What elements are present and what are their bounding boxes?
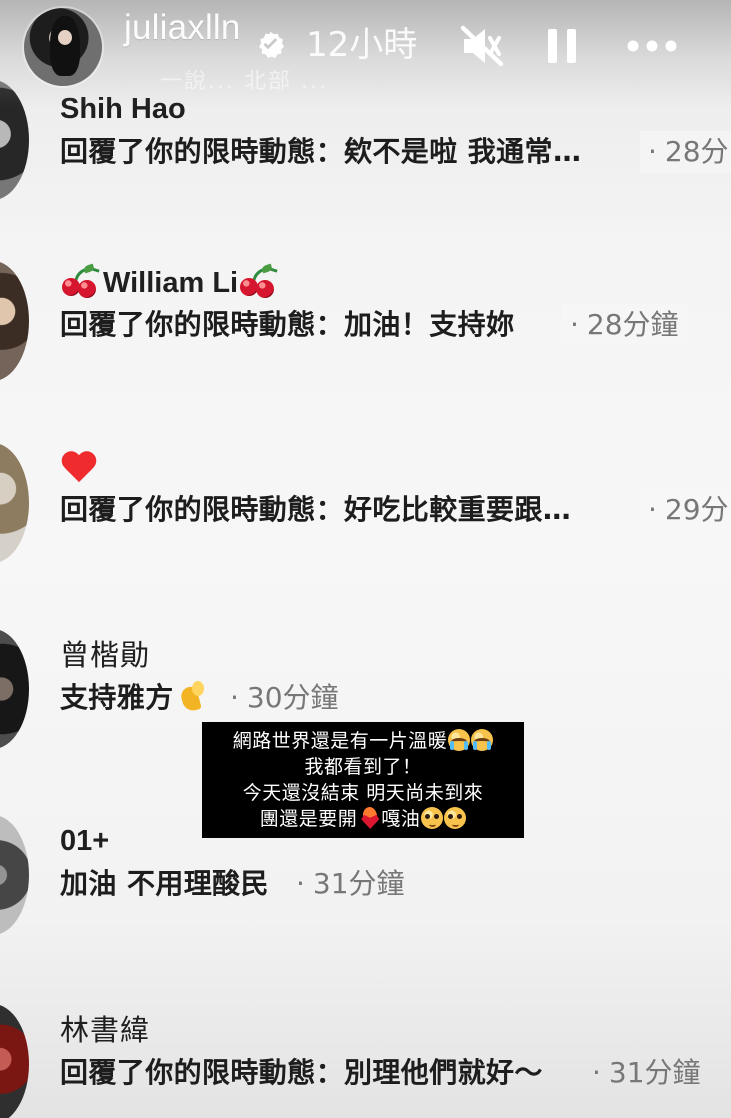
user-name[interactable]: 01+ (60, 824, 109, 858)
timestamp-text: 28分 (664, 135, 729, 168)
instagram-story-screenshot: Shih Hao 回覆了你的限時動態：欸不是啦 我通常… · 28分 Willia… (0, 0, 731, 1118)
heart-on-fire-icon (359, 807, 381, 829)
user-name[interactable]: 曾楷勛 (60, 638, 150, 672)
pleading-face-icon (444, 807, 467, 829)
caption-text: 嘎油 (381, 808, 421, 830)
message-text: 支持雅方 (60, 681, 174, 714)
separator-dot: · (296, 867, 305, 900)
message-text: 加油 不用理酸民 (60, 867, 269, 900)
speaker-muted-icon (460, 25, 504, 67)
cherry-icon (60, 263, 100, 298)
notification-item[interactable]: 回覆了你的限時動態：好吃比較重要跟… · 29分 (0, 440, 731, 563)
message-text: 回覆了你的限時動態：別理他們就好～ (60, 1056, 543, 1089)
separator-dot: · (648, 135, 657, 168)
user-name-heart[interactable] (60, 450, 98, 490)
story-time-ago: 12小時 (306, 25, 418, 65)
notification-time: · 30分鐘 (230, 677, 347, 719)
notification-item[interactable]: 林書緯 回覆了你的限時動態：別理他們就好～ · 31分鐘 (0, 1003, 731, 1118)
user-avatar[interactable] (0, 1004, 29, 1118)
story-username[interactable]: juliaxlln (124, 8, 244, 48)
notification-message: 回覆了你的限時動態：欸不是啦 我通常… (60, 131, 581, 173)
user-avatar[interactable] (0, 629, 29, 749)
notification-message: 回覆了你的限時動態：好吃比較重要跟… (60, 489, 571, 531)
message-text: 回覆了你的限時動態：欸不是啦 我通常… (60, 135, 582, 168)
timestamp-text: 31分鐘 (312, 867, 405, 900)
user-avatar[interactable] (0, 815, 29, 935)
timestamp-text: 29分 (664, 493, 729, 526)
caption-line-4: 團還是要開 嘎油 (202, 806, 524, 832)
notification-time: · 31分鐘 (296, 863, 413, 905)
story-caption-box: 網路世界還是有一片溫暖 我都看到了！ 今天還沒結束 明天尚未到來 團還是要開 嘎油 (202, 722, 524, 838)
timestamp-text: 30分鐘 (246, 681, 339, 714)
more-dots-icon (627, 40, 677, 52)
notification-item[interactable]: William Li 回覆了你的限時動態：加油！支持妳 · 28分鐘 (0, 255, 731, 381)
separator-dot: · (230, 681, 239, 714)
notification-message: 回覆了你的限時動態：別理他們就好～ (60, 1052, 543, 1094)
pleading-face-icon (421, 807, 444, 829)
notification-message: 加油 不用理酸民 (60, 863, 269, 905)
message-text: 回覆了你的限時動態：加油！支持妳 (60, 308, 515, 341)
mute-button[interactable] (459, 24, 505, 68)
story-header: juliaxlln 12小時 (0, 0, 731, 92)
more-options-button[interactable] (625, 24, 679, 68)
pause-icon (548, 29, 576, 63)
separator-dot: · (648, 493, 657, 526)
separator-dot: · (592, 1056, 601, 1089)
user-name-with-emojis[interactable]: William Li (60, 263, 281, 300)
timestamp-text: 28分鐘 (586, 308, 679, 341)
user-avatar[interactable] (0, 443, 29, 563)
notification-time: · 28分鐘 (562, 304, 687, 346)
user-name[interactable]: William Li (103, 267, 238, 299)
caption-text: 網路世界還是有一片溫暖 (232, 730, 448, 752)
verified-badge-icon (259, 31, 285, 59)
notification-message: 支持雅方 (60, 677, 212, 719)
caption-line-1: 網路世界還是有一片溫暖 (202, 728, 524, 754)
message-text: 回覆了你的限時動態：好吃比較重要跟… (60, 493, 572, 526)
crying-face-icon (471, 729, 494, 751)
profile-avatar[interactable] (24, 8, 102, 86)
caption-line-3: 今天還沒結束 明天尚未到來 (242, 782, 484, 804)
user-avatar[interactable] (0, 261, 29, 381)
reply-notification-list: Shih Hao 回覆了你的限時動態：欸不是啦 我通常… · 28分 Willia… (0, 0, 731, 1118)
caption-text: 團還是要開 (259, 808, 358, 830)
pause-button[interactable] (544, 24, 580, 68)
timestamp-text: 31分鐘 (608, 1056, 701, 1089)
cherry-icon (238, 263, 278, 298)
caption-line-2: 我都看到了！ (304, 756, 422, 778)
notification-time: · 28分 (640, 131, 731, 173)
red-heart-icon (60, 450, 98, 486)
notification-time: · 31分鐘 (584, 1052, 709, 1094)
flexed-biceps-icon (178, 681, 212, 715)
separator-dot: · (570, 308, 579, 341)
user-name[interactable]: 林書緯 (60, 1013, 150, 1047)
crying-face-icon (448, 729, 471, 751)
notification-message: 回覆了你的限時動態：加油！支持妳 (60, 304, 514, 346)
notification-time: · 29分 (640, 489, 731, 531)
